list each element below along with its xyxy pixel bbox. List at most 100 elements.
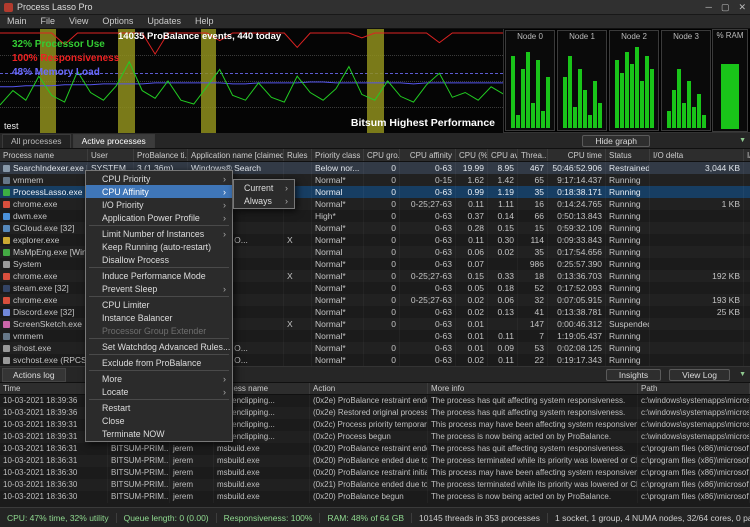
column-header-probalance-ti[interactable]: ProBalance ti... — [134, 149, 188, 161]
title-bar: Process Lasso Pro ─ ▢ ✕ — [0, 0, 750, 15]
node-label: Node 0 — [506, 31, 554, 42]
process-cell: 8.95 — [488, 162, 518, 174]
process-cell: System — [0, 258, 88, 270]
menu-item-instance-balancer[interactable]: Instance Balancer — [86, 311, 232, 324]
process-cell: 0-63 — [400, 354, 456, 366]
process-icon — [3, 249, 10, 256]
column-header-priority-class[interactable]: Priority class — [312, 149, 364, 161]
process-cell: Normal* — [312, 318, 364, 330]
hide-graph-button[interactable]: Hide graph — [582, 135, 650, 147]
column-header-i-o-t[interactable]: I/O t... — [744, 149, 750, 161]
menu-item-prevent-sleep[interactable]: Prevent Sleep› — [86, 282, 232, 295]
process-cell: dwm.exe — [0, 210, 88, 222]
menu-item-disallow-process[interactable]: Disallow Process — [86, 253, 232, 266]
menu-separator — [89, 267, 229, 268]
tab-all-processes[interactable]: All processes — [2, 134, 71, 148]
column-header-i-o-delta[interactable]: I/O delta — [650, 149, 744, 161]
column-header-cpu-gro[interactable]: CPU gro... — [364, 149, 400, 161]
menu-item-cpu-priority[interactable]: CPU Priority› — [86, 172, 232, 185]
process-icon — [3, 309, 10, 316]
column-header-cpu[interactable]: CPU (%) — [456, 149, 488, 161]
log-cell: The process has quit affecting system re… — [428, 407, 638, 419]
core-usage-bar — [615, 60, 619, 128]
process-cell — [744, 294, 750, 306]
menubar-item-options[interactable]: Options — [95, 15, 140, 28]
menu-item-close[interactable]: Close — [86, 414, 232, 427]
menu-item-always[interactable]: Always› — [234, 194, 294, 207]
menu-item-keep-running-auto-restart[interactable]: Keep Running (auto-restart) — [86, 240, 232, 253]
process-cell: Normal — [312, 246, 364, 258]
performance-graph[interactable]: 14035 ProBalance events, 440 today 32% P… — [0, 29, 504, 133]
process-cell: 0.15 — [456, 270, 488, 282]
menu-item-application-power-profile[interactable]: Application Power Profile› — [86, 211, 232, 224]
menu-item-locate[interactable]: Locate› — [86, 385, 232, 398]
insights-button[interactable]: Insights — [606, 369, 661, 381]
process-cell: 0-63 — [400, 162, 456, 174]
log-row[interactable]: 10-03-2021 18:36:30BITSUM-PRIM...jeremms… — [0, 479, 750, 491]
menu-item-restart[interactable]: Restart — [86, 401, 232, 414]
menu-item-terminate-now[interactable]: Terminate NOW — [86, 427, 232, 440]
process-cell: X — [284, 234, 312, 246]
actions-log-tab[interactable]: Actions log — [2, 368, 66, 382]
tab-active-processes[interactable]: Active processes — [73, 134, 155, 148]
process-cell: 1.11 — [488, 198, 518, 210]
log-row[interactable]: 10-03-2021 18:36:30BITSUM-PRIM...jeremms… — [0, 467, 750, 479]
submenu-arrow-icon: › — [219, 284, 226, 294]
menubar-item-view[interactable]: View — [62, 15, 95, 28]
menu-separator — [89, 399, 229, 400]
menu-item-exclude-from-probalance[interactable]: Exclude from ProBalance — [86, 356, 232, 369]
close-button[interactable]: ✕ — [738, 2, 746, 13]
minimize-button[interactable]: ─ — [706, 2, 712, 13]
log-filter-icon[interactable]: ▼ — [739, 371, 746, 378]
menu-item-processor-group-extender[interactable]: Processor Group Extender — [86, 324, 232, 337]
process-cell: 0 — [364, 306, 400, 318]
process-icon — [3, 201, 10, 208]
column-header-status[interactable]: Status — [606, 149, 650, 161]
menubar-item-help[interactable]: Help — [188, 15, 221, 28]
menu-item-cpu-affinity[interactable]: CPU Affinity› — [86, 185, 232, 198]
menu-item-more[interactable]: More› — [86, 372, 232, 385]
process-cell: 0-63 — [400, 210, 456, 222]
column-header-application-name-claimed[interactable]: Application name [claimed] — [188, 149, 284, 161]
column-header-process-name[interactable]: Process name — [0, 149, 88, 161]
log-column-header-action[interactable]: Action — [310, 383, 428, 394]
process-icon — [3, 237, 10, 244]
menubar-item-file[interactable]: File — [34, 15, 63, 28]
process-cell: 0.02 — [456, 294, 488, 306]
column-header-threa[interactable]: Threa... — [518, 149, 548, 161]
menu-item-i-o-priority[interactable]: I/O Priority› — [86, 198, 232, 211]
menubar-item-updates[interactable]: Updates — [140, 15, 188, 28]
core-usage-bar — [687, 81, 691, 128]
status-bar: CPU: 47% time, 32% utilityQueue length: … — [0, 507, 750, 527]
log-column-header-more-info[interactable]: More info — [428, 383, 638, 394]
process-cell: 50:46:52.906 — [548, 162, 606, 174]
menu-item-limit-number-of-instances[interactable]: Limit Number of Instances› — [86, 227, 232, 240]
column-header-rules[interactable]: Rules — [284, 149, 312, 161]
column-header-cpu-avg[interactable]: CPU avg — [488, 149, 518, 161]
process-cell: 19.99 — [456, 162, 488, 174]
process-cell: 192 KB — [650, 270, 744, 282]
process-cell: 0 — [364, 294, 400, 306]
filter-dropdown-icon[interactable]: ▼ — [739, 137, 746, 144]
log-row[interactable]: 10-03-2021 18:36:31BITSUM-PRIM...jeremms… — [0, 455, 750, 467]
column-header-cpu-time[interactable]: CPU time — [548, 149, 606, 161]
log-column-header-path[interactable]: Path — [638, 383, 750, 394]
log-row[interactable]: 10-03-2021 18:36:31BITSUM-PRIM...jeremms… — [0, 443, 750, 455]
column-header-user[interactable]: User — [88, 149, 134, 161]
process-cell: Normal* — [312, 354, 364, 366]
menu-separator — [89, 370, 229, 371]
process-cell: 0 — [364, 174, 400, 186]
menubar-item-main[interactable]: Main — [0, 15, 34, 28]
process-cell — [650, 186, 744, 198]
core-usage-bar — [697, 94, 701, 128]
log-row[interactable]: 10-03-2021 18:36:30BITSUM-PRIM...jeremms… — [0, 491, 750, 503]
log-cell: msbuild.exe — [214, 467, 310, 479]
column-header-cpu-affinity[interactable]: CPU affinity — [400, 149, 456, 161]
maximize-button[interactable]: ▢ — [721, 2, 730, 13]
menu-item-cpu-limiter[interactable]: CPU Limiter — [86, 298, 232, 311]
menu-item-induce-performance-mode[interactable]: Induce Performance Mode — [86, 269, 232, 282]
view-log-button[interactable]: View Log — [669, 369, 730, 381]
menu-item-set-watchdog-advanced-rules[interactable]: Set Watchdog Advanced Rules... — [86, 340, 232, 353]
process-cell: 1:19:05.437 — [548, 330, 606, 342]
menu-item-current[interactable]: Current› — [234, 181, 294, 194]
